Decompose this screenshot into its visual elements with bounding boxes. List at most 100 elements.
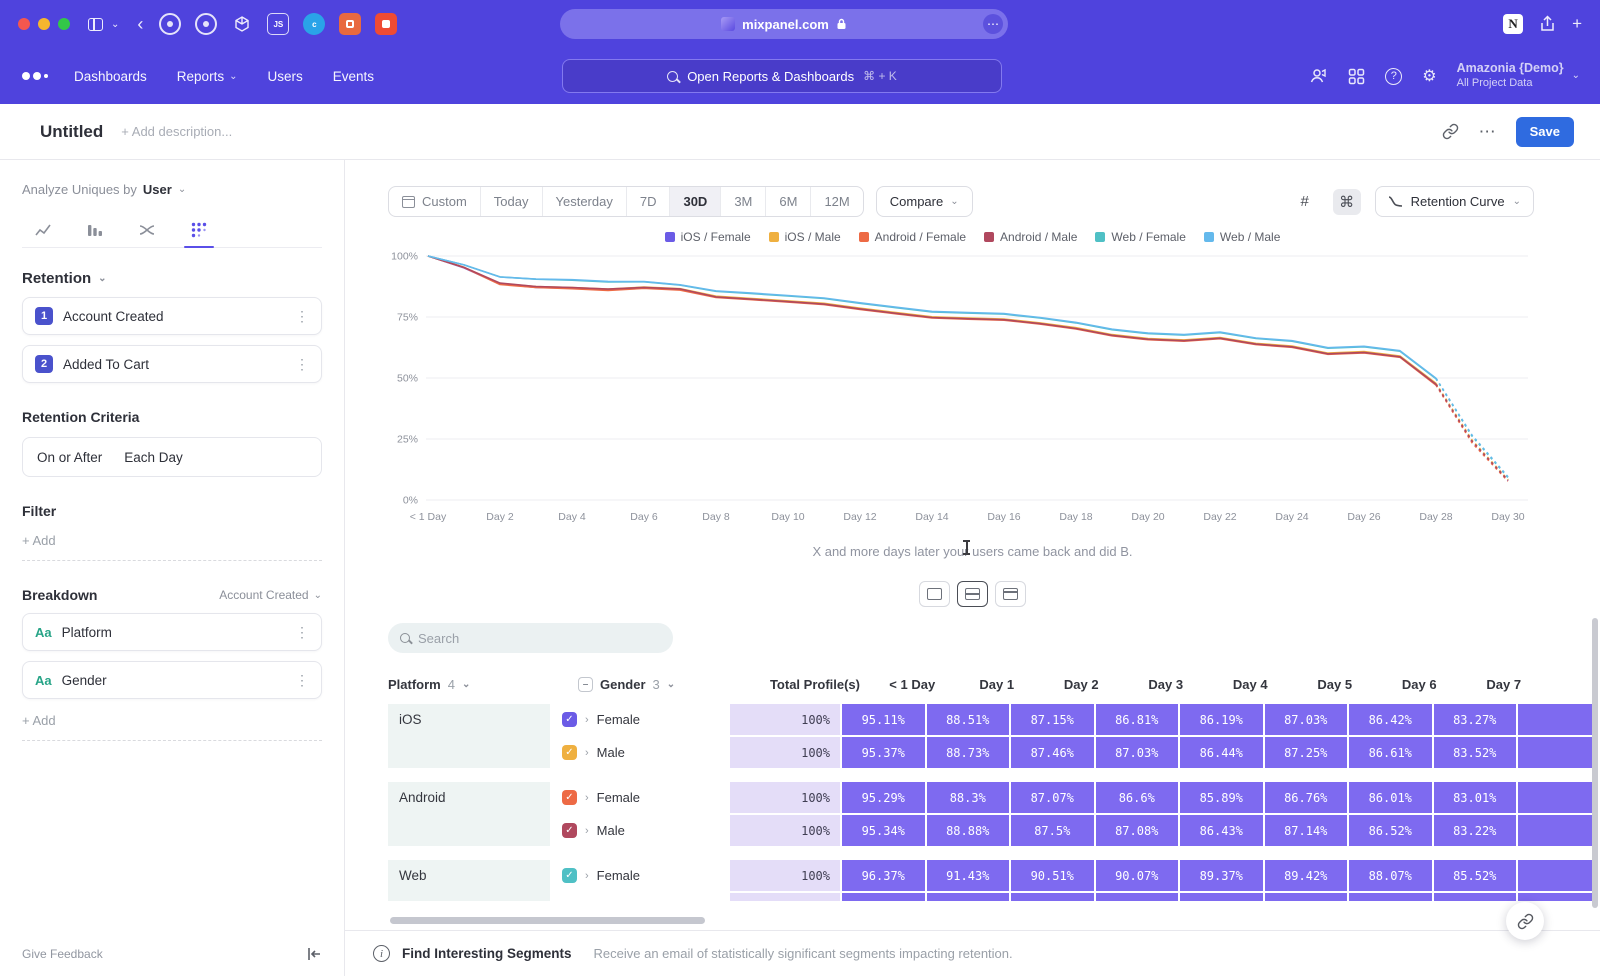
new-tab-button[interactable]: + bbox=[1572, 14, 1582, 34]
series-line-web-female[interactable] bbox=[1436, 379, 1508, 478]
retention-value-cell[interactable]: 90.07% bbox=[1096, 860, 1179, 891]
retention-value-cell[interactable]: 88.73% bbox=[927, 737, 1010, 768]
zoom-window-button[interactable] bbox=[58, 18, 70, 30]
kebab-menu-icon[interactable]: ⋮ bbox=[295, 624, 309, 641]
retention-value-cell[interactable]: 86.6% bbox=[1096, 782, 1179, 813]
chevron-down-icon[interactable]: ⌄ bbox=[111, 19, 119, 30]
find-segments-link[interactable]: Find Interesting Segments bbox=[402, 946, 572, 961]
apps-grid-icon[interactable] bbox=[1348, 68, 1365, 85]
date-range-custom[interactable]: Custom bbox=[389, 187, 481, 216]
tab-flows[interactable] bbox=[126, 213, 168, 247]
retention-value-cell[interactable]: 86.42% bbox=[1349, 704, 1432, 735]
retention-value-cell[interactable]: 96.37% bbox=[842, 860, 925, 891]
timer-favicon[interactable] bbox=[159, 13, 181, 35]
retention-value-cell[interactable]: 91.43% bbox=[927, 860, 1010, 891]
chevron-right-icon[interactable]: › bbox=[585, 870, 589, 882]
series-line-ios-male[interactable] bbox=[428, 256, 1436, 383]
retention-value-cell[interactable]: 91.41% bbox=[927, 893, 1010, 901]
retention-value-cell[interactable]: 86.76% bbox=[1265, 782, 1348, 813]
legend-item-ios-male[interactable]: iOS / Male bbox=[769, 230, 841, 244]
select-all-checkbox[interactable]: – bbox=[578, 677, 593, 692]
series-line-android-female[interactable] bbox=[428, 256, 1436, 385]
legend-item-android-male[interactable]: Android / Male bbox=[984, 230, 1077, 244]
analyze-value[interactable]: User bbox=[143, 182, 172, 197]
retention-value-cell[interactable]: 89.6% bbox=[1180, 893, 1263, 901]
retention-value-cell[interactable]: 83.27% bbox=[1434, 704, 1517, 735]
retention-value-cell[interactable]: 89.5% bbox=[1265, 893, 1348, 901]
retention-value-cell[interactable]: 87.14% bbox=[1265, 815, 1348, 846]
criteria-interval[interactable]: Each Day bbox=[124, 450, 183, 465]
chevron-right-icon[interactable]: › bbox=[585, 714, 589, 726]
platform-cell[interactable]: Android bbox=[388, 782, 550, 846]
retention-value-cell[interactable]: 95.11% bbox=[842, 704, 925, 735]
table-only-view-button[interactable] bbox=[995, 581, 1026, 607]
share-icon[interactable] bbox=[1539, 15, 1556, 33]
retention-value-cell[interactable]: 87.5% bbox=[1011, 815, 1094, 846]
more-options-icon[interactable]: ⋯ bbox=[1479, 122, 1496, 142]
shortcuts-icon[interactable]: ⌘ bbox=[1333, 189, 1361, 215]
gender-cell[interactable]: ✓›Male bbox=[554, 737, 730, 768]
browser-sidebar-icon[interactable] bbox=[88, 18, 103, 31]
collapse-sidebar-icon[interactable] bbox=[307, 947, 322, 961]
series-checkbox[interactable]: ✓ bbox=[562, 823, 577, 838]
save-button[interactable]: Save bbox=[1516, 117, 1574, 147]
retention-value-cell[interactable]: 86.01% bbox=[1349, 782, 1432, 813]
copy-link-icon[interactable] bbox=[1442, 123, 1459, 140]
date-range-30d[interactable]: 30D bbox=[670, 187, 721, 216]
table-search[interactable] bbox=[388, 623, 673, 653]
retention-value-cell[interactable]: 85.7% bbox=[1434, 893, 1517, 901]
workspace-switcher[interactable]: Amazonia {Demo} All Project Data ⌄ bbox=[1457, 61, 1580, 90]
date-range-today[interactable]: Today bbox=[481, 187, 543, 216]
series-line-android-male[interactable] bbox=[428, 256, 1436, 384]
close-window-button[interactable] bbox=[18, 18, 30, 30]
series-line-ios-female[interactable] bbox=[1436, 384, 1508, 480]
date-range-7d[interactable]: 7D bbox=[627, 187, 671, 216]
kebab-menu-icon[interactable]: ⋮ bbox=[295, 672, 309, 689]
split-view-button[interactable] bbox=[957, 581, 988, 607]
retention-value-cell[interactable]: 83.22% bbox=[1434, 815, 1517, 846]
retention-value-cell[interactable]: 87.25% bbox=[1265, 737, 1348, 768]
retention-value-cell[interactable]: 87.07% bbox=[1011, 782, 1094, 813]
give-feedback-link[interactable]: Give Feedback bbox=[22, 947, 103, 961]
add-description[interactable]: + Add description... bbox=[121, 124, 232, 139]
red-app-favicon[interactable] bbox=[375, 13, 397, 35]
add-filter-button[interactable]: + Add bbox=[22, 533, 322, 561]
series-line-ios-male[interactable] bbox=[1436, 383, 1508, 479]
chevron-right-icon[interactable]: › bbox=[585, 747, 589, 759]
legend-item-web-female[interactable]: Web / Female bbox=[1095, 230, 1185, 244]
breakdown-item-platform[interactable]: AaPlatform⋮ bbox=[22, 613, 322, 651]
js-favicon[interactable]: JS bbox=[267, 13, 289, 35]
series-checkbox[interactable]: ✓ bbox=[562, 712, 577, 727]
share-link-fab[interactable] bbox=[1506, 902, 1544, 940]
retention-value-cell[interactable]: 86.43% bbox=[1180, 815, 1263, 846]
retention-line-chart[interactable]: 100%75%50%25%0%< 1 DayDay 2Day 4Day 6Day… bbox=[388, 246, 1565, 530]
cube-favicon[interactable] bbox=[231, 13, 253, 35]
series-checkbox[interactable]: ✓ bbox=[562, 745, 577, 760]
chart-only-view-button[interactable] bbox=[919, 581, 950, 607]
retention-criteria-row[interactable]: On or After Each Day bbox=[22, 437, 322, 477]
series-checkbox[interactable]: ✓ bbox=[562, 868, 577, 883]
session-replay-icon[interactable] bbox=[1309, 67, 1328, 85]
gender-cell[interactable]: ✓›Female bbox=[554, 782, 730, 813]
platform-cell[interactable]: Web bbox=[388, 860, 550, 901]
back-icon[interactable]: ‹ bbox=[137, 14, 143, 35]
legend-item-web-male[interactable]: Web / Male bbox=[1204, 230, 1280, 244]
legend-item-ios-female[interactable]: iOS / Female bbox=[665, 230, 751, 244]
notion-extension-icon[interactable]: N bbox=[1503, 14, 1523, 34]
retention-value-cell[interactable]: 89.37% bbox=[1180, 860, 1263, 891]
criteria-mode[interactable]: On or After bbox=[37, 450, 102, 465]
retention-value-cell[interactable]: 90.51% bbox=[1011, 860, 1094, 891]
page-options-button[interactable]: ⋯ bbox=[983, 14, 1003, 34]
record-favicon[interactable] bbox=[195, 13, 217, 35]
retention-value-cell[interactable]: 85.89% bbox=[1180, 782, 1263, 813]
date-range-12m[interactable]: 12M bbox=[811, 187, 862, 216]
retention-value-cell[interactable]: 95.29% bbox=[842, 782, 925, 813]
horizontal-scrollbar[interactable] bbox=[390, 917, 705, 924]
platform-cell[interactable]: iOS bbox=[388, 704, 550, 768]
settings-gear-icon[interactable]: ⚙ bbox=[1422, 66, 1436, 86]
nav-item-users[interactable]: Users bbox=[267, 69, 302, 84]
kebab-menu-icon[interactable]: ⋮ bbox=[295, 308, 309, 325]
total-profiles-header[interactable]: Total Profile(s) bbox=[758, 677, 870, 692]
chart-type-dropdown[interactable]: Retention Curve ⌄ bbox=[1375, 186, 1534, 217]
series-line-ios-female[interactable] bbox=[428, 256, 1436, 384]
